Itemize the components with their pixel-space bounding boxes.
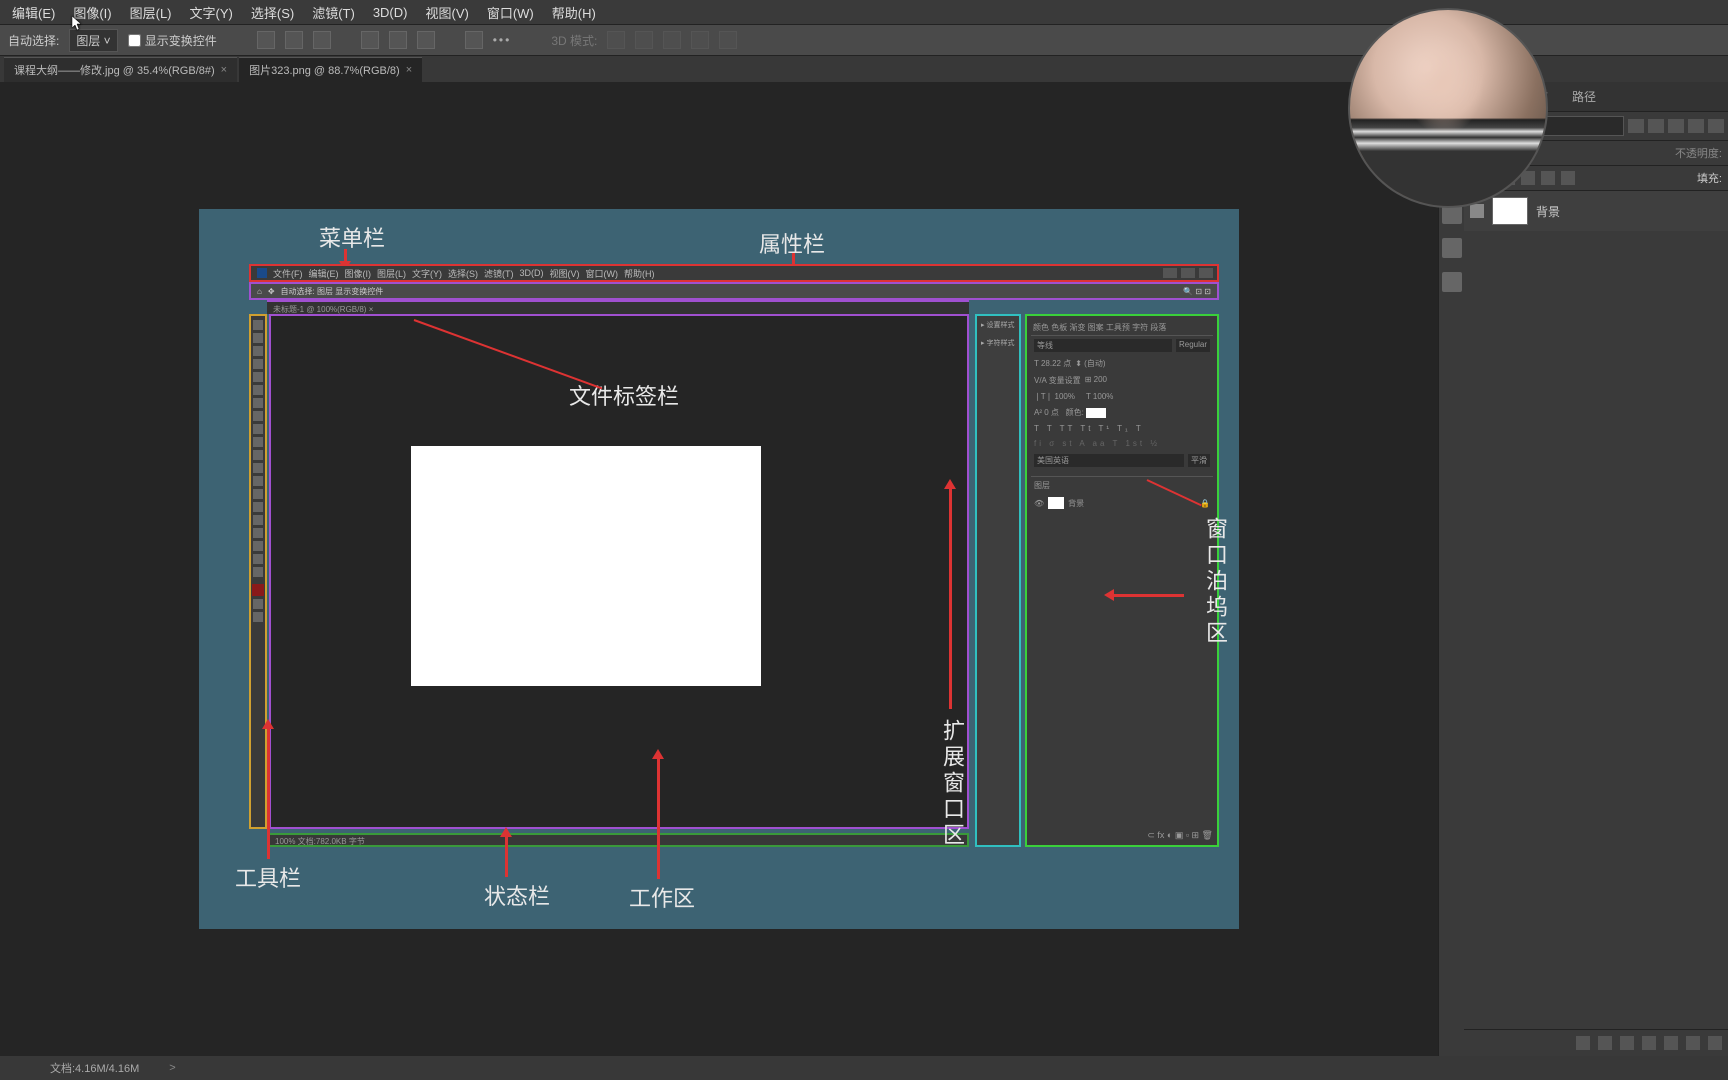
filter-shape-icon[interactable] xyxy=(1688,119,1704,133)
status-bar: 文档:4.16M/4.16M > xyxy=(0,1056,1728,1080)
panel-dock[interactable] xyxy=(1438,82,1464,1056)
menu-type[interactable]: 文字(Y) xyxy=(182,3,241,22)
3d-orbit-icon[interactable] xyxy=(607,31,625,49)
label-statusbar: 状态栏 xyxy=(484,879,550,911)
visibility-icon[interactable] xyxy=(1470,204,1484,218)
menu-help[interactable]: 帮助(H) xyxy=(544,3,604,22)
mouse-cursor xyxy=(72,16,84,32)
close-icon[interactable]: × xyxy=(406,64,412,76)
lock-all-icon[interactable] xyxy=(1561,171,1575,185)
layer-mask-icon[interactable] xyxy=(1620,1036,1634,1050)
more-options-icon[interactable]: ••• xyxy=(493,33,512,47)
presenter-webcam xyxy=(1348,8,1548,208)
link-layers-icon[interactable] xyxy=(1576,1036,1590,1050)
tutorial-menubar: 文件(F)编辑(E)图像(I)图层(L)文字(Y)选择(S)滤镜(T)3D(D)… xyxy=(249,264,1219,282)
new-group-icon[interactable] xyxy=(1664,1036,1678,1050)
3d-pan-icon[interactable] xyxy=(663,31,681,49)
tutorial-image: 菜单栏 属性栏 文件(F)编辑(E)图像(I)图层(L)文字(Y)选择(S)滤镜… xyxy=(199,209,1239,929)
auto-select-label: 自动选择: xyxy=(8,32,59,49)
tab-label: 课程大纲——修改.jpg @ 35.4%(RGB/8#) xyxy=(14,62,215,78)
opacity-label: 不透明度: xyxy=(1675,145,1722,161)
doc-size-label: 文档:4.16M/4.16M xyxy=(50,1060,139,1076)
align-right-icon[interactable] xyxy=(313,31,331,49)
menu-edit[interactable]: 编辑(E) xyxy=(4,3,63,22)
filter-adjust-icon[interactable] xyxy=(1648,119,1664,133)
tab-paths[interactable]: 路径 xyxy=(1560,82,1608,111)
align-bottom-icon[interactable] xyxy=(417,31,435,49)
right-panel-area: 图层 通道 路径 正常 不透明度: 锁定: xyxy=(1438,82,1728,1056)
align-vcenter-icon[interactable] xyxy=(389,31,407,49)
ps-logo-icon xyxy=(257,268,267,278)
menu-3d[interactable]: 3D(D) xyxy=(365,5,416,20)
layer-fx-icon[interactable] xyxy=(1598,1036,1612,1050)
label-toolbox: 工具栏 xyxy=(235,861,301,893)
tutorial-toolbox xyxy=(249,314,267,829)
tutorial-extpanel: ▸ 设置样式 ▸ 字符样式 xyxy=(975,314,1021,847)
document-tab[interactable]: 课程大纲——修改.jpg @ 35.4%(RGB/8#) × xyxy=(4,57,237,82)
3d-mode-label: 3D 模式: xyxy=(551,32,597,49)
label-dockarea: 窗口泊坞区 xyxy=(1199,517,1231,647)
3d-zoom-icon[interactable] xyxy=(719,31,737,49)
align-top-icon[interactable] xyxy=(361,31,379,49)
3d-roll-icon[interactable] xyxy=(635,31,653,49)
menu-window[interactable]: 窗口(W) xyxy=(479,3,542,22)
menu-layer[interactable]: 图层(L) xyxy=(122,3,180,22)
new-layer-icon[interactable] xyxy=(1686,1036,1700,1050)
label-menubar: 菜单栏 xyxy=(319,221,385,253)
new-fill-icon[interactable] xyxy=(1642,1036,1656,1050)
distribute-icon[interactable] xyxy=(465,31,483,49)
filter-pixel-icon[interactable] xyxy=(1628,119,1644,133)
label-extpanel: 扩展窗口区 xyxy=(936,719,968,849)
tutorial-statusbar: 100% 文档:782.0KB 字节 xyxy=(267,833,969,847)
arrow-icon xyxy=(1114,594,1184,597)
tutorial-dockarea: 颜色 色板 渐变 图案 工具预 字符 段落 等线Regular T 28.22 … xyxy=(1025,314,1219,847)
properties-icon[interactable] xyxy=(1442,272,1462,292)
close-icon xyxy=(1199,268,1213,278)
arrow-icon xyxy=(505,837,508,877)
maximize-icon xyxy=(1181,268,1195,278)
filter-smart-icon[interactable] xyxy=(1708,119,1724,133)
fill-label: 填充: xyxy=(1697,170,1722,186)
3d-slide-icon[interactable] xyxy=(691,31,709,49)
delete-layer-icon[interactable] xyxy=(1708,1036,1722,1050)
canvas-area[interactable]: 菜单栏 属性栏 文件(F)编辑(E)图像(I)图层(L)文字(Y)选择(S)滤镜… xyxy=(0,82,1438,1056)
arrow-icon xyxy=(657,759,660,879)
adjustments-icon[interactable] xyxy=(1442,238,1462,258)
arrow-icon xyxy=(267,729,270,859)
tutorial-tabbar: 未标题-1 @ 100%(RGB/8) × xyxy=(267,300,969,314)
arrow-icon xyxy=(344,249,347,261)
label-workarea: 工作区 xyxy=(629,881,695,913)
tutorial-document xyxy=(411,446,761,686)
filter-type-icon[interactable] xyxy=(1668,119,1684,133)
tutorial-optbar: ⌂✥自动选择: 图层 显示变换控件 🔍 ⊡ ⊡ xyxy=(249,282,1219,300)
align-left-icon[interactable] xyxy=(257,31,275,49)
document-tab[interactable]: 图片323.png @ 88.7%(RGB/8) × xyxy=(239,57,422,82)
align-hcenter-icon[interactable] xyxy=(285,31,303,49)
close-icon[interactable]: × xyxy=(221,64,227,76)
color-swatch xyxy=(252,584,264,596)
menu-filter[interactable]: 滤镜(T) xyxy=(304,3,363,22)
menu-select[interactable]: 选择(S) xyxy=(243,3,302,22)
show-transform-checkbox[interactable]: 显示变换控件 xyxy=(128,32,217,49)
tab-label: 图片323.png @ 88.7%(RGB/8) xyxy=(249,62,400,78)
arrow-icon xyxy=(949,489,952,709)
status-arrow-icon[interactable]: > xyxy=(169,1062,175,1074)
menu-view[interactable]: 视图(V) xyxy=(417,3,476,22)
minimize-icon xyxy=(1163,268,1177,278)
